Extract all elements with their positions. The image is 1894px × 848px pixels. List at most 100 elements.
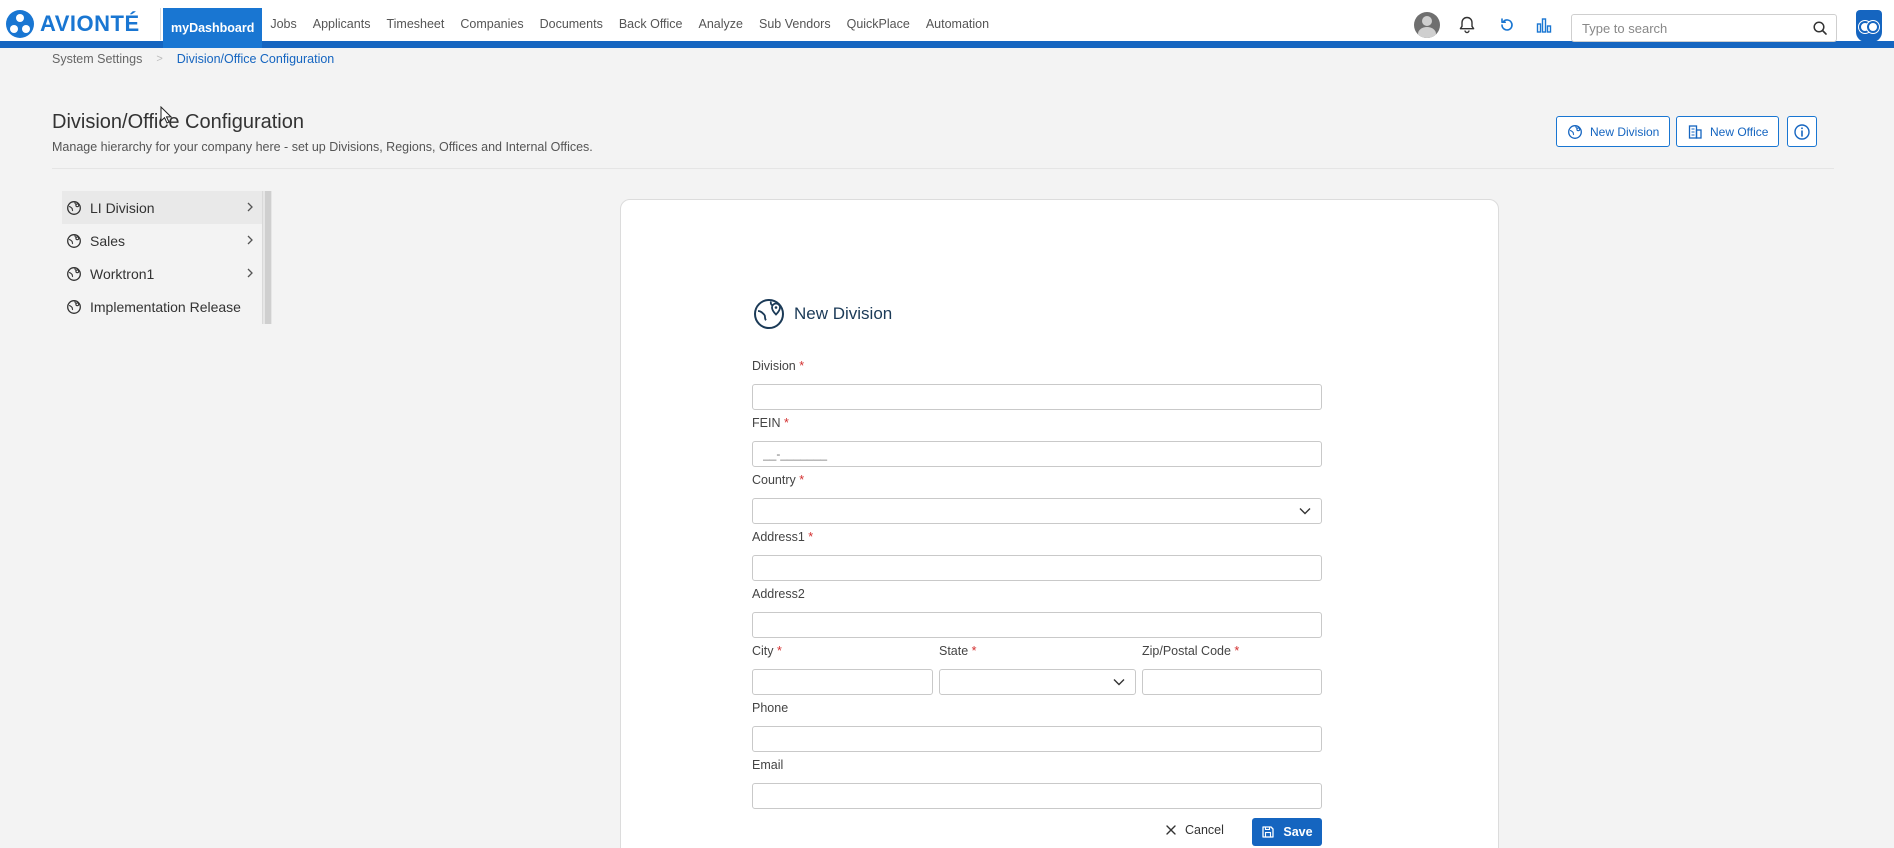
search-input[interactable] (1572, 15, 1802, 41)
zip-field (1142, 669, 1322, 695)
main-nav: myDashboard Jobs Applicants Timesheet Co… (163, 0, 997, 48)
email-input[interactable] (753, 784, 1321, 808)
breadcrumb-chevron-icon: > (156, 53, 163, 65)
chevron-down-icon (1113, 679, 1125, 686)
phone-label: Phone (752, 701, 789, 715)
title-divider (52, 168, 1834, 169)
tree-item-sales[interactable]: Sales (62, 224, 262, 257)
page-title: Division/Office Configuration (52, 111, 304, 133)
nav-companies[interactable]: Companies (452, 0, 531, 48)
info-icon (1794, 123, 1810, 140)
phone-field (752, 726, 1322, 752)
zip-label-text: Zip/Postal Code (1142, 644, 1231, 658)
required-marker: * (971, 644, 977, 658)
email-field (752, 783, 1322, 809)
global-search (1571, 14, 1837, 42)
tree-item-label: LI Division (90, 199, 155, 216)
globe-pin-icon (67, 233, 81, 248)
notifications-button[interactable] (1454, 12, 1480, 38)
analytics-button[interactable] (1531, 12, 1557, 38)
tree-item-implementation-release[interactable]: Implementation Release (62, 290, 262, 323)
city-label: City * (752, 644, 782, 658)
bell-icon (1459, 16, 1475, 34)
cancel-button[interactable]: Cancel (1165, 818, 1224, 842)
nav-back-office[interactable]: Back Office (611, 0, 691, 48)
new-division-label: New Division (1590, 124, 1660, 139)
division-label: Division * (752, 359, 804, 373)
avionte-logo-icon (6, 10, 34, 38)
mouse-cursor-icon (160, 106, 172, 124)
refresh-icon (1501, 18, 1513, 31)
globe-pin-icon (67, 266, 81, 281)
cancel-label: Cancel (1185, 823, 1224, 837)
owl-assistant-icon[interactable] (1856, 10, 1882, 42)
nav-analyze[interactable]: Analyze (691, 0, 751, 48)
globe-pin-icon (1568, 124, 1582, 139)
avionte-logo[interactable]: AVIONTÉ (6, 10, 140, 38)
chevron-right-icon[interactable] (246, 201, 254, 213)
close-icon (1166, 825, 1176, 835)
required-marker: * (783, 416, 789, 430)
fein-label-text: FEIN (752, 416, 781, 430)
fein-label: FEIN * (752, 416, 789, 430)
nav-timesheet[interactable]: Timesheet (378, 0, 452, 48)
phone-input[interactable] (753, 727, 1321, 751)
city-input[interactable] (753, 670, 932, 694)
email-label: Email (752, 758, 784, 772)
nav-quickplace[interactable]: QuickPlace (839, 0, 918, 48)
state-label: State * (939, 644, 977, 658)
chevron-right-icon[interactable] (246, 267, 254, 279)
tree-item-worktron1[interactable]: Worktron1 (62, 257, 262, 290)
new-division-button[interactable]: New Division (1556, 116, 1671, 147)
division-input[interactable] (753, 385, 1321, 409)
address1-label-text: Address1 (752, 530, 805, 544)
address1-field (752, 555, 1322, 581)
required-marker: * (799, 473, 805, 487)
country-select[interactable] (752, 498, 1322, 524)
chevron-right-icon[interactable] (246, 234, 254, 246)
save-icon (1262, 826, 1275, 838)
address2-label: Address2 (752, 587, 805, 601)
tree-item-li-division[interactable]: LI Division (62, 191, 262, 224)
tree-item-label: Sales (90, 232, 126, 249)
nav-applicants[interactable]: Applicants (305, 0, 379, 48)
breadcrumb-current: Division/Office Configuration (176, 52, 335, 66)
state-label-text: State (939, 644, 969, 658)
user-avatar[interactable] (1414, 12, 1440, 38)
address2-input[interactable] (753, 613, 1321, 637)
nav-automation[interactable]: Automation (918, 0, 997, 48)
state-select[interactable] (939, 669, 1136, 695)
division-label-text: Division (752, 359, 796, 373)
country-label: Country * (752, 473, 804, 487)
breadcrumb: System Settings > Division/Office Config… (52, 52, 334, 66)
zip-input[interactable] (1143, 670, 1321, 694)
top-navigation-bar: AVIONTÉ myDashboard Jobs Applicants Time… (0, 0, 1894, 48)
save-button[interactable]: Save (1252, 818, 1322, 846)
new-office-label: New Office (1710, 124, 1769, 139)
info-button[interactable] (1787, 116, 1817, 147)
breadcrumb-system-settings[interactable]: System Settings (52, 52, 142, 66)
tree-item-label: Implementation Release (90, 298, 241, 315)
new-office-button[interactable]: New Office (1676, 116, 1780, 147)
address2-field (752, 612, 1322, 638)
logo-divider (160, 8, 161, 40)
form-header: New Division (752, 296, 1322, 332)
nav-sub-vendors[interactable]: Sub Vendors (751, 0, 839, 48)
tree-scrollbar-thumb[interactable] (265, 191, 271, 324)
required-marker: * (808, 530, 814, 544)
tree-scrollbar[interactable] (262, 191, 272, 324)
nav-documents[interactable]: Documents (532, 0, 611, 48)
search-icon[interactable] (1812, 20, 1828, 36)
fein-input[interactable] (753, 442, 1321, 466)
city-label-text: City (752, 644, 774, 658)
nav-mydashboard[interactable]: myDashboard (163, 8, 263, 48)
nav-jobs[interactable]: Jobs (262, 0, 304, 48)
globe-pin-icon (754, 299, 784, 329)
chevron-down-icon (1299, 508, 1311, 515)
division-field (752, 384, 1322, 410)
division-tree: LI Division Sales Worktron1 Implementati… (62, 191, 272, 324)
required-marker: * (799, 359, 805, 373)
address1-input[interactable] (753, 556, 1321, 580)
history-button[interactable] (1494, 12, 1520, 38)
globe-pin-icon (67, 299, 81, 314)
